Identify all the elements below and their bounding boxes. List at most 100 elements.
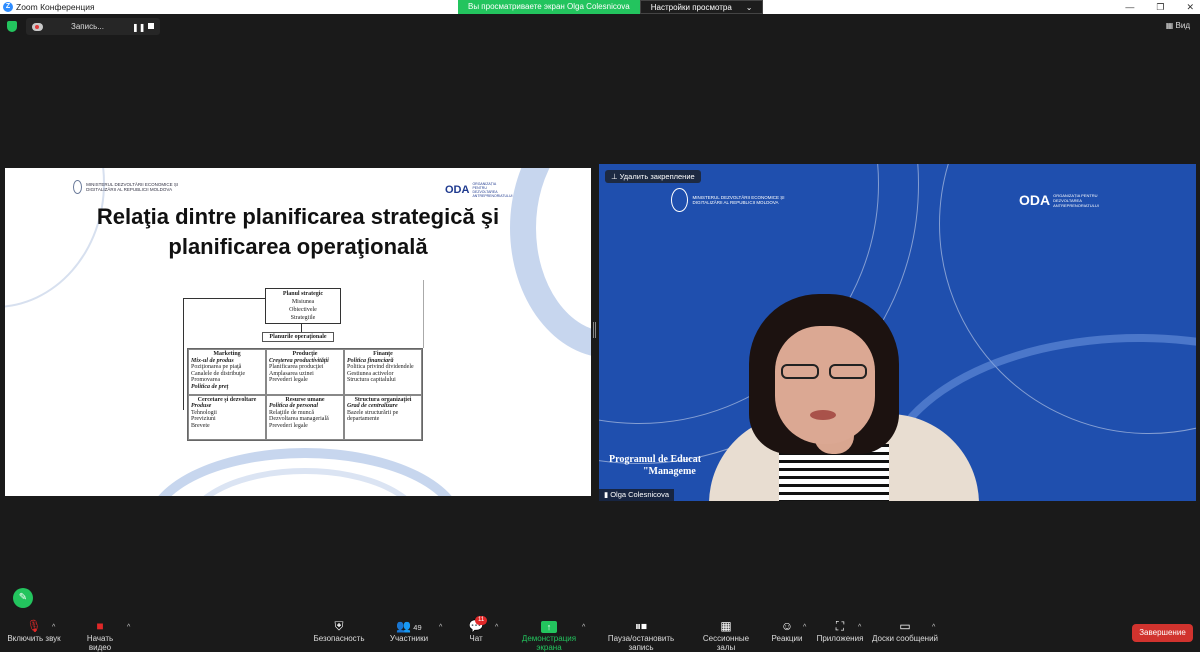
pause-stop-icon: ⏸⏹	[634, 619, 647, 633]
decorative-arc	[510, 168, 591, 358]
cell-item: Politica privind dividendele	[347, 364, 414, 370]
oda-wordmark: ODA	[445, 184, 470, 196]
audio-options-caret[interactable]: ^	[52, 624, 55, 631]
cell-item: Bazele structurării pe departamente	[347, 409, 399, 423]
pin-icon: ⊥	[611, 172, 620, 181]
stop-recording-icon[interactable]	[148, 23, 154, 29]
apps-icon: ⛶	[835, 619, 845, 633]
video-ministry-logo: MINISTERUL DEZVOLTĂRII ECONOMICE ȘI DIGI…	[671, 188, 811, 212]
top-strip: Запись... ❚❚ ▦ Вид	[0, 16, 1200, 38]
participants-button[interactable]: 👥 49 Участники	[388, 618, 430, 643]
video-oda-wordmark: ODA	[1019, 192, 1051, 208]
participants-options-caret[interactable]: ^	[439, 624, 442, 631]
reactions-options-caret[interactable]: ^	[803, 624, 806, 631]
planning-diagram: Planul strategic Misiunea Obiectivele St…	[179, 280, 431, 442]
security-label: Безопасность	[313, 634, 365, 643]
unpin-label: Удалить закрепление	[619, 172, 695, 181]
whiteboards-options-caret[interactable]: ^	[932, 624, 935, 631]
security-button[interactable]: ⛨ Безопасность	[313, 618, 365, 643]
ministry-seal-icon	[73, 180, 83, 194]
pencil-icon[interactable]: ✎	[13, 588, 33, 608]
share-banner: Вы просматриваете экран Olga Colesnicova…	[458, 0, 764, 14]
cell-item: Prevederi legale	[269, 422, 308, 429]
diagram-cell-hr: Resurse umane Politica de personal Relaţ…	[266, 394, 344, 440]
diagram-cell-production: Producţie Creşterea productivităţii Plan…	[266, 349, 344, 395]
split-view-handle[interactable]	[593, 322, 596, 338]
strategic-item: Misiunea	[291, 299, 315, 305]
close-button[interactable]: ✕	[1186, 2, 1194, 13]
share-screen-button[interactable]: ↑ Демонстрация экрана	[509, 618, 589, 652]
share-up-arrow-icon: ↑	[509, 618, 589, 634]
participants-count: 49	[413, 623, 422, 632]
chat-button[interactable]: 💬 11 Чат	[465, 616, 488, 643]
encryption-shield-icon[interactable]	[7, 21, 17, 32]
operational-plans-box: Planurile operaţionale	[262, 332, 334, 342]
video-oda-subtitle: ORGANIZAȚIA PENTRU DEZVOLTAREA ANTREPREN…	[1053, 192, 1099, 208]
diagram-connector	[423, 280, 424, 348]
person-face	[775, 326, 875, 444]
cloud-record-icon	[32, 22, 43, 31]
view-button[interactable]: ▦ Вид	[1166, 21, 1190, 30]
strategic-item: Obiectivele	[289, 307, 317, 313]
video-ministry-name: MINISTERUL DEZVOLTĂRII ECONOMICE ȘI DIGI…	[692, 195, 785, 205]
unpin-button[interactable]: ⊥ Удалить закрепление	[605, 170, 701, 183]
unmute-label: Включить звук	[7, 634, 61, 643]
window-controls: — ❐ ✕	[1125, 0, 1194, 14]
share-options-caret[interactable]: ^	[582, 624, 585, 631]
whiteboards-label: Доски сообщений	[872, 634, 939, 643]
diagram-cell-structure: Structura organizaţiei Grad de centraliz…	[344, 394, 422, 440]
participant-name: Olga Colesnicova	[610, 490, 669, 499]
recording-indicator: Запись... ❚❚	[26, 18, 160, 35]
pause-stop-recording-button[interactable]: ⏸⏹ Пауза/остановить запись	[596, 618, 686, 652]
breakout-label: Сессионные залы	[702, 634, 750, 652]
zoom-logo-icon: Z	[3, 2, 13, 12]
video-oda-logo: ODA ORGANIZAȚIA PENTRU DEZVOLTAREA ANTRE…	[1019, 192, 1101, 208]
apps-label: Приложения	[816, 634, 864, 643]
minimize-button[interactable]: —	[1125, 2, 1134, 12]
participant-person	[679, 294, 979, 501]
diagram-cell-marketing: Marketing Mix-ul de produs Poziţionarea …	[188, 349, 266, 395]
pause-recording-icon[interactable]: ❚❚	[132, 23, 145, 32]
slide-title: Relaţia dintre planificarea strategică ş…	[5, 202, 591, 262]
oda-logo: ODA ORGANIZAȚIA PENTRU DEZVOLTAREA ANTRE…	[445, 182, 513, 198]
reactions-button[interactable]: ☺ Реакции	[771, 618, 803, 643]
cell-item: Brevete	[191, 422, 210, 429]
share-screen-label: Демонстрация экрана	[521, 634, 577, 652]
emoji-icon: ☺	[780, 619, 794, 633]
ministry-name: MINISTERUL DEZVOLTĂRII ECONOMICE ȘI DIGI…	[86, 182, 179, 192]
chat-options-caret[interactable]: ^	[495, 624, 498, 631]
end-meeting-button[interactable]: Завершение	[1132, 624, 1193, 642]
whiteboard-icon: ▭	[899, 619, 911, 633]
start-video-button[interactable]: ■ Начать видео	[75, 618, 125, 652]
chat-label: Чат	[469, 634, 483, 643]
view-settings-button[interactable]: Настройки просмотра ⌄	[639, 0, 764, 14]
video-options-caret[interactable]: ^	[127, 624, 130, 631]
pause-record-label: Пауза/остановить запись	[607, 634, 675, 652]
program-line1: Programul de Educat	[609, 454, 702, 465]
diagram-connector	[183, 298, 265, 299]
apps-options-caret[interactable]: ^	[858, 624, 861, 631]
person-mouth	[810, 410, 836, 420]
maximize-button[interactable]: ❐	[1156, 2, 1164, 13]
diagram-cell-rnd: Cercetare şi dezvoltare Produse Tehnolog…	[188, 394, 266, 440]
program-line2: "Manageme	[643, 466, 696, 477]
window-title: Zoom Конференция	[16, 2, 95, 12]
strategic-item: Strategiile	[290, 315, 316, 321]
view-grid-icon: ▦	[1165, 21, 1174, 30]
cell-item: Prevederi legale	[269, 377, 308, 383]
strategic-plan-title: Planul strategic	[282, 291, 324, 297]
strategic-plan-box: Planul strategic Misiunea Obiectivele St…	[265, 288, 341, 324]
participant-video-tile[interactable]: ⊥ Удалить закрепление MINISTERUL DEZVOLT…	[599, 164, 1196, 501]
person-glasses	[781, 364, 871, 380]
meeting-toolbar: 🎙 Включить звук ^ ■ Начать видео ^ ⛨ Без…	[0, 614, 1200, 652]
view-settings-label: Настройки просмотра	[650, 3, 732, 12]
ministry-seal-icon	[671, 188, 688, 212]
oda-subtitle: ORGANIZAȚIA PENTRU DEZVOLTAREA ANTREPREN…	[472, 182, 513, 198]
breakout-rooms-button[interactable]: ▦ Сессионные залы	[694, 618, 758, 652]
whiteboards-button[interactable]: ▭ Доски сообщений	[872, 618, 938, 643]
participants-label: Участники	[389, 634, 429, 643]
recording-label: Запись...	[71, 22, 104, 31]
program-title-text: Programul de Educat "Manageme	[609, 454, 701, 478]
apps-button[interactable]: ⛶ Приложения	[816, 618, 864, 643]
reactions-label: Реакции	[771, 634, 803, 643]
